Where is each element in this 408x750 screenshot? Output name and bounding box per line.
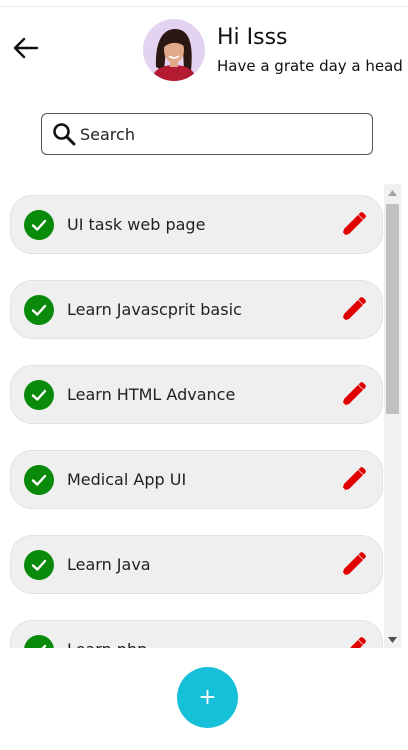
add-task-button[interactable]: + (177, 667, 238, 728)
top-divider (0, 6, 408, 7)
arrow-left-icon (13, 37, 39, 59)
task-item[interactable]: Learn HTML Advance (10, 365, 383, 424)
check-circle-icon[interactable] (24, 210, 54, 240)
scrollbar-thumb[interactable] (386, 204, 399, 414)
task-list-scrollbar[interactable] (384, 184, 401, 648)
greeting-title: Hi Isss (217, 25, 288, 50)
pencil-icon[interactable] (338, 380, 368, 410)
check-circle-icon[interactable] (24, 635, 54, 648)
pencil-icon[interactable] (338, 210, 368, 240)
task-item[interactable]: Learn Java (10, 535, 383, 594)
back-button[interactable] (10, 32, 42, 64)
task-label: UI task web page (67, 215, 206, 234)
check-circle-icon[interactable] (24, 465, 54, 495)
avatar[interactable] (143, 19, 205, 81)
search-input[interactable] (80, 124, 350, 144)
pencil-icon[interactable] (338, 465, 368, 495)
pencil-icon[interactable] (338, 295, 368, 325)
task-item[interactable]: Learn php (10, 620, 383, 648)
task-label: Learn Javascprit basic (67, 300, 242, 319)
check-circle-icon[interactable] (24, 380, 54, 410)
task-item[interactable]: Medical App UI (10, 450, 383, 509)
task-item[interactable]: UI task web page (10, 195, 383, 254)
todo-app-screen: Hi Isss Have a grate day a head UI task … (0, 0, 408, 750)
greeting-subtitle: Have a grate day a head (217, 57, 403, 75)
task-label: Learn php (67, 640, 147, 648)
pencil-icon[interactable] (338, 550, 368, 580)
task-item[interactable]: Learn Javascprit basic (10, 280, 383, 339)
task-list: UI task web page Learn Javascprit basic (10, 195, 383, 648)
task-label: Learn Java (67, 555, 151, 574)
search-box[interactable] (41, 113, 373, 155)
user-avatar-icon (143, 19, 205, 81)
search-icon (53, 123, 76, 146)
task-label: Medical App UI (67, 470, 187, 489)
check-circle-icon[interactable] (24, 295, 54, 325)
task-label: Learn HTML Advance (67, 385, 236, 404)
task-list-viewport[interactable]: UI task web page Learn Javascprit basic (0, 184, 402, 648)
scroll-up-arrow-icon[interactable] (384, 184, 401, 201)
pencil-icon[interactable] (338, 635, 368, 648)
scroll-down-arrow-icon[interactable] (384, 631, 401, 648)
check-circle-icon[interactable] (24, 550, 54, 580)
